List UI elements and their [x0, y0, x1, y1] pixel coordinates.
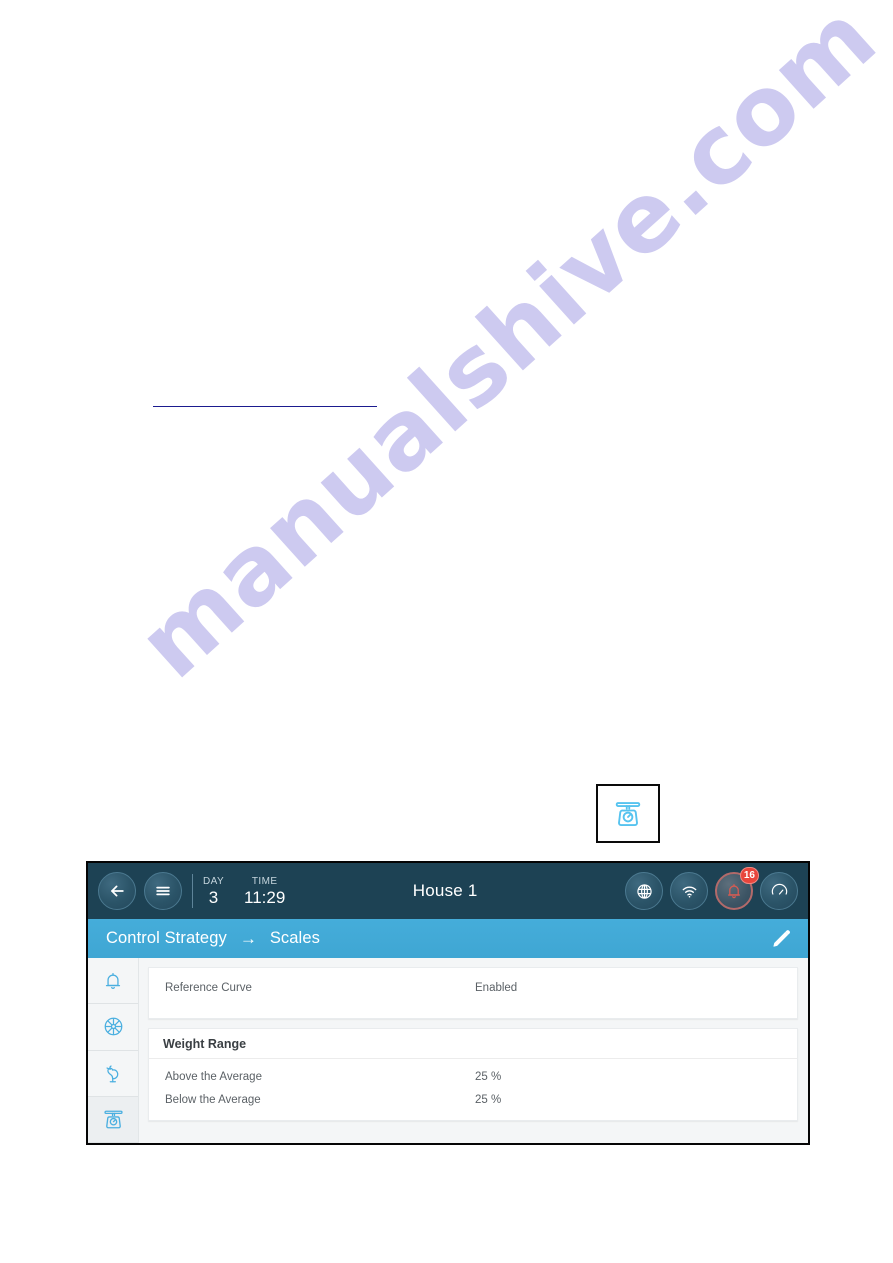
- scales-icon: [102, 1108, 125, 1131]
- content-area: Reference Curve Enabled Weight Range Abo…: [139, 958, 808, 1143]
- breadcrumb: Control Strategy → Scales: [88, 919, 808, 958]
- day-label: DAY: [203, 875, 225, 887]
- row-label: Reference Curve: [165, 982, 252, 994]
- row-label: Below the Average: [165, 1093, 261, 1106]
- table-row[interactable]: Reference Curve Enabled: [149, 968, 797, 1008]
- arrow-left-icon: [107, 881, 127, 901]
- breadcrumb-arrow-icon: →: [239, 929, 257, 948]
- menu-button[interactable]: [144, 872, 182, 910]
- card-rows: Above the Average 25 % Below the Average…: [149, 1059, 797, 1120]
- fan-icon: [102, 1015, 125, 1038]
- sidebar-item-scales[interactable]: [88, 1096, 138, 1143]
- row-value: 25 %: [475, 1093, 502, 1106]
- table-row[interactable]: Below the Average 25 %: [149, 1088, 797, 1111]
- scales-icon-frame: [596, 784, 660, 843]
- house-title: House 1: [412, 881, 478, 900]
- device-screen: DAY 3 TIME 11:29 House 1 16 Control Stra…: [86, 861, 810, 1145]
- alarm-bell-icon: [725, 882, 743, 900]
- row-label: Above the Average: [165, 1070, 262, 1083]
- breadcrumb-parent[interactable]: Control Strategy: [106, 929, 227, 948]
- rooster-icon: [102, 1062, 125, 1085]
- device-body: Reference Curve Enabled Weight Range Abo…: [88, 958, 808, 1143]
- sidebar-item-ventilation[interactable]: [88, 1004, 138, 1051]
- day-block: DAY 3: [203, 875, 224, 908]
- weight-range-card: Weight Range Above the Average 25 % Belo…: [148, 1028, 798, 1121]
- system-button[interactable]: [760, 872, 798, 910]
- back-button[interactable]: [98, 872, 136, 910]
- scales-icon: [613, 799, 643, 829]
- breadcrumb-current: Scales: [269, 929, 320, 947]
- wifi-button[interactable]: [670, 872, 708, 910]
- gauge-icon: [770, 882, 789, 901]
- globe-icon: [635, 882, 654, 901]
- settings-card: Reference Curve Enabled: [148, 967, 798, 1019]
- sidebar-item-alarm[interactable]: [88, 958, 138, 1005]
- alarm-button[interactable]: 16: [715, 867, 759, 910]
- card-title: Weight Range: [163, 1036, 247, 1051]
- table-row[interactable]: Above the Average 25 %: [149, 1065, 797, 1088]
- horizontal-rule: [153, 406, 377, 407]
- day-value: 3: [208, 887, 219, 907]
- card-header: Weight Range: [149, 1029, 797, 1059]
- sidebar: [88, 958, 139, 1143]
- row-value: Enabled: [475, 982, 518, 994]
- row-value: 25 %: [475, 1070, 502, 1083]
- watermark-text: manualshive.com: [118, 0, 893, 700]
- status-bar-divider: [192, 874, 193, 908]
- alarm-count-badge: 16: [739, 867, 759, 884]
- sidebar-item-birds[interactable]: [88, 1050, 138, 1097]
- pencil-edit-icon: [771, 928, 792, 949]
- status-bar: DAY 3 TIME 11:29 House 1 16: [88, 863, 808, 919]
- edit-button[interactable]: [768, 926, 794, 952]
- wifi-icon: [680, 882, 699, 901]
- hamburger-menu-icon: [153, 881, 173, 901]
- network-button[interactable]: [625, 872, 663, 910]
- status-icons-group: 16: [625, 867, 798, 910]
- alarm-bell-icon: [102, 970, 124, 992]
